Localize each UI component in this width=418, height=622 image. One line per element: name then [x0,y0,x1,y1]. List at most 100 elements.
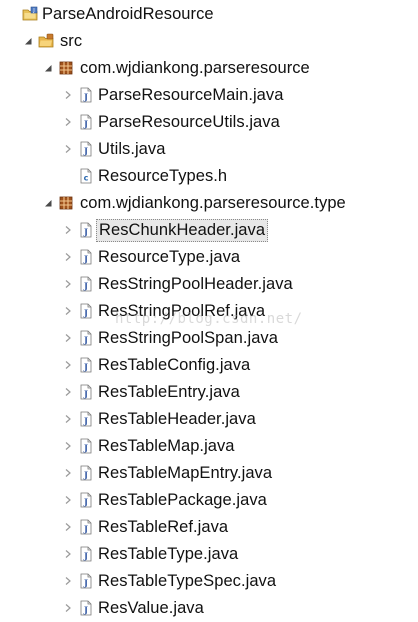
tree-item[interactable]: J Utils.java [0,136,418,163]
tree-item[interactable]: J ResTableMapEntry.java [0,460,418,487]
java-file-icon: J [78,114,94,130]
collapsed-twisty-icon[interactable] [62,602,74,614]
tree-item-label: ParseResourceUtils.java [98,113,280,131]
svg-text:J: J [83,417,88,427]
source-folder-icon [38,33,54,49]
tree-item-label: ResTableEntry.java [98,383,240,401]
svg-text:J: J [83,579,88,589]
collapsed-twisty-icon[interactable] [62,521,74,533]
collapsed-twisty-icon[interactable] [62,89,74,101]
collapsed-twisty-icon[interactable] [62,386,74,398]
collapsed-twisty-icon[interactable] [62,467,74,479]
tree-item[interactable]: J ParseResourceUtils.java [0,109,418,136]
tree-item[interactable]: J ResTableType.java [0,541,418,568]
java-file-icon: J [78,438,94,454]
tree-item-label: ResStringPoolHeader.java [98,275,293,293]
tree-item[interactable]: com.wjdiankong.parseresource.type [0,190,418,217]
collapsed-twisty-icon[interactable] [62,224,74,236]
tree-item-label: ParseAndroidResource [42,5,214,23]
svg-text:J: J [83,336,88,346]
tree-item[interactable]: J ResTableTypeSpec.java [0,568,418,595]
tree-item[interactable]: com.wjdiankong.parseresource [0,55,418,82]
java-file-icon: J [78,357,94,373]
tree-item-label: ResTableTypeSpec.java [98,572,277,590]
expanded-twisty-icon[interactable] [42,62,54,74]
java-file-icon: J [78,222,94,238]
java-file-icon: J [78,303,94,319]
svg-text:J: J [83,606,88,616]
tree-item-label: ResValue.java [98,599,204,617]
java-file-icon: J [78,276,94,292]
tree-item-label: ResourceTypes.h [98,167,228,185]
tree-item[interactable]: J ResStringPoolRef.java [0,298,418,325]
java-file-icon: J [78,492,94,508]
tree-item[interactable]: J ResValue.java [0,595,418,622]
tree-item-label: com.wjdiankong.parseresource.type [80,194,346,212]
java-file-icon: J [78,546,94,562]
tree-item-label: ResTableConfig.java [98,356,251,374]
project-icon: J [22,6,38,22]
tree-item-label: ResTableMap.java [98,437,235,455]
tree-item-label: ResTableMapEntry.java [98,464,273,482]
tree-item-label: ResTablePackage.java [98,491,267,509]
collapsed-twisty-icon[interactable] [62,575,74,587]
expanded-twisty-icon[interactable] [42,197,54,209]
package-icon [58,60,74,76]
c-header-file-icon: c [78,168,94,184]
collapsed-twisty-icon[interactable] [62,413,74,425]
tree-item-label: ResStringPoolRef.java [98,302,266,320]
java-file-icon: J [78,87,94,103]
collapsed-twisty-icon[interactable] [62,359,74,371]
tree-item[interactable]: J ParseAndroidResource [0,1,418,28]
svg-text:J: J [83,525,88,535]
tree-item[interactable]: J ResTableConfig.java [0,352,418,379]
svg-text:J: J [83,309,88,319]
collapsed-twisty-icon[interactable] [62,494,74,506]
tree-item-label: ResourceType.java [98,248,241,266]
collapsed-twisty-icon[interactable] [62,440,74,452]
tree-item-label: ResTableType.java [98,545,239,563]
svg-text:J: J [83,228,88,238]
tree-item[interactable]: J ResChunkHeader.java [0,217,418,244]
collapsed-twisty-icon[interactable] [62,251,74,263]
tree-item[interactable]: J ResTableHeader.java [0,406,418,433]
collapsed-twisty-icon[interactable] [62,332,74,344]
tree-item-label: ResTableRef.java [98,518,229,536]
collapsed-twisty-icon[interactable] [62,278,74,290]
tree-item-label: ResTableHeader.java [98,410,256,428]
svg-text:J: J [83,390,88,400]
tree-item-label: ResStringPoolSpan.java [98,329,278,347]
tree-item[interactable]: J ResTableMap.java [0,433,418,460]
java-file-icon: J [78,519,94,535]
svg-text:J: J [83,255,88,265]
tree-item[interactable]: J ResTableRef.java [0,514,418,541]
tree-item[interactable]: src [0,28,418,55]
java-file-icon: J [78,384,94,400]
tree-item[interactable]: J ResStringPoolHeader.java [0,271,418,298]
expanded-twisty-icon[interactable] [22,35,34,47]
java-file-icon: J [78,573,94,589]
collapsed-twisty-icon[interactable] [62,305,74,317]
tree-item[interactable]: c ResourceTypes.h [0,163,418,190]
java-file-icon: J [78,411,94,427]
svg-text:J: J [32,8,34,14]
tree-item-label: src [60,32,83,50]
tree-item[interactable]: J ResTableEntry.java [0,379,418,406]
svg-text:J: J [83,93,88,103]
svg-text:J: J [83,471,88,481]
collapsed-twisty-icon[interactable] [62,116,74,128]
tree-item[interactable]: J ResStringPoolSpan.java [0,325,418,352]
svg-text:J: J [83,120,88,130]
tree-item-label: com.wjdiankong.parseresource [80,59,310,77]
java-file-icon: J [78,465,94,481]
svg-text:J: J [83,363,88,373]
collapsed-twisty-icon[interactable] [62,548,74,560]
tree-item[interactable]: J ResourceType.java [0,244,418,271]
java-file-icon: J [78,600,94,616]
tree-item-label: ParseResourceMain.java [98,86,284,104]
tree-item[interactable]: J ResTablePackage.java [0,487,418,514]
svg-text:J: J [83,444,88,454]
svg-text:J: J [83,552,88,562]
collapsed-twisty-icon[interactable] [62,143,74,155]
tree-item[interactable]: J ParseResourceMain.java [0,82,418,109]
